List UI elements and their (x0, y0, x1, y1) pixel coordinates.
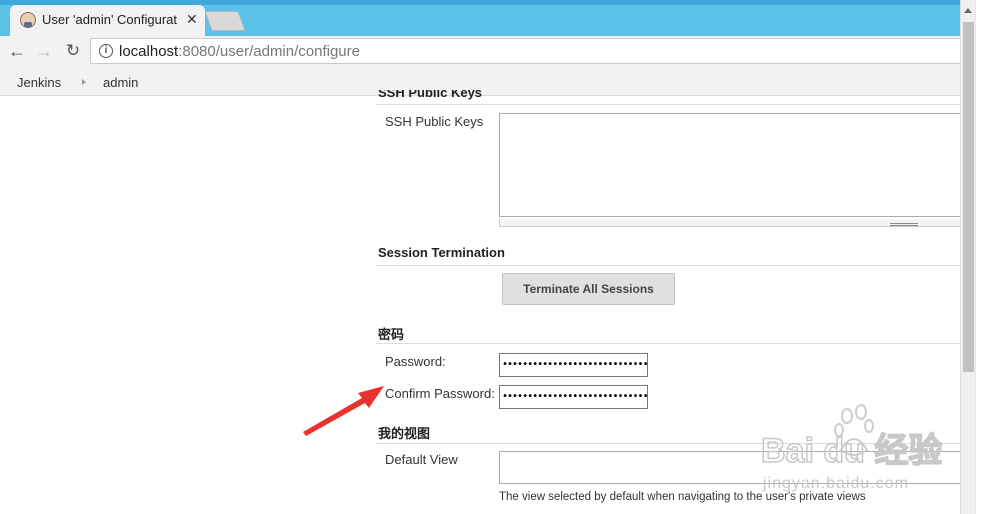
watermark-url: jingyan.baidu.com (762, 475, 909, 492)
confirm-password-field[interactable]: ••••••••••••••••••••••••••••••••••••••••… (499, 385, 648, 409)
new-tab-button[interactable] (204, 11, 246, 31)
reload-icon[interactable]: ↻ (62, 40, 84, 62)
tab-strip: User 'admin' Configurat ✕ (0, 0, 993, 36)
scroll-up-arrow-icon[interactable] (964, 8, 972, 13)
confirm-password-label: Confirm Password: (385, 386, 495, 401)
url-text: localhost:8080/user/admin/configure (119, 43, 360, 60)
address-bar[interactable]: i localhost:8080/user/admin/configure (90, 38, 970, 64)
baidu-jingyan-watermark: Bai du 经验 jingyan.baidu.com (760, 404, 943, 492)
ssh-public-keys-textarea[interactable] (499, 113, 969, 217)
password-label: Password: (385, 354, 446, 369)
red-arrow-annotation-icon (303, 386, 384, 436)
default-view-label: Default View (385, 452, 458, 467)
tab-user-configure[interactable]: User 'admin' Configurat ✕ (10, 5, 205, 36)
url-host: localhost (119, 43, 179, 60)
browser-toolbar: ← → ↻ i localhost:8080/user/admin/config… (0, 36, 993, 66)
ssh-public-keys-label: SSH Public Keys (385, 114, 484, 129)
breadcrumb-jenkins[interactable]: Jenkins (17, 75, 61, 90)
url-path: :8080/user/admin/configure (178, 43, 360, 60)
info-icon[interactable]: i (99, 44, 113, 58)
breadcrumb: Jenkins admin (0, 66, 993, 96)
breadcrumb-admin[interactable]: admin (103, 75, 138, 90)
watermark-brand: Bai du 经验 (761, 431, 942, 470)
password-field[interactable]: ••••••••••••••••••••••••••••••••••••••••… (499, 353, 648, 377)
tab-close-icon[interactable]: ✕ (186, 11, 198, 28)
back-arrow-icon[interactable]: ← (6, 40, 28, 62)
forward-arrow-icon[interactable]: → (33, 40, 55, 62)
scrollbar-thumb[interactable] (963, 22, 974, 372)
password-divider (376, 343, 960, 344)
browser-window: User 'admin' Configurat ✕ ← → ↻ i localh… (0, 0, 993, 514)
window-right-edge (975, 0, 993, 514)
jenkins-favicon-icon (20, 12, 36, 28)
password-section-title: 密码 (378, 327, 405, 342)
breadcrumb-chevron-icon[interactable] (82, 79, 86, 85)
terminate-all-sessions-button[interactable]: Terminate All Sessions (502, 273, 675, 305)
tab-title: User 'admin' Configurat (42, 12, 178, 27)
session-termination-title: Session Termination (378, 245, 505, 260)
resize-grip-icon[interactable] (890, 223, 918, 226)
session-divider (376, 265, 960, 266)
ssh-divider (376, 104, 960, 105)
